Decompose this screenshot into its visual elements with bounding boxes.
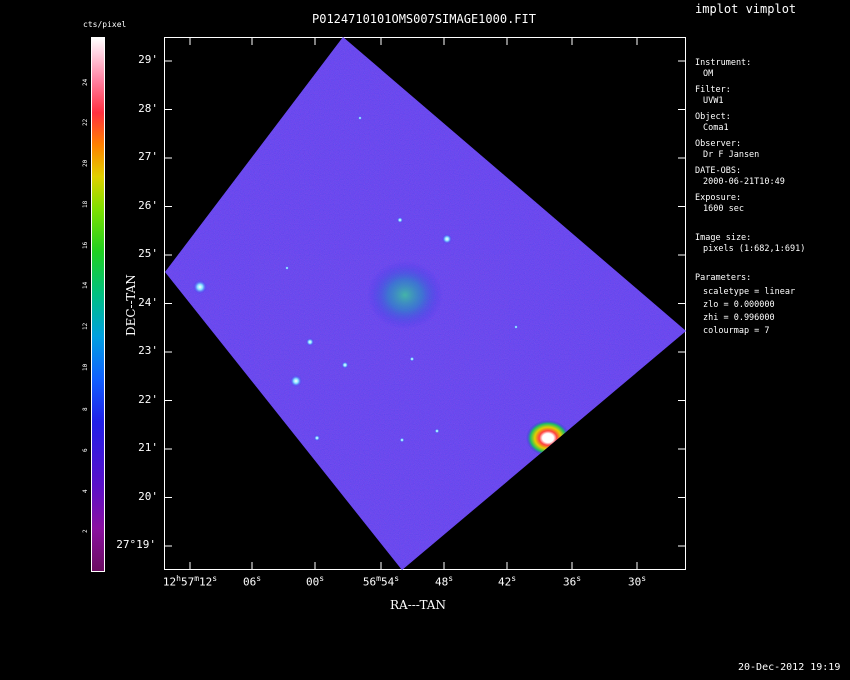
y-tick-label: 20'	[138, 489, 158, 503]
observer-label: Observer:	[695, 139, 742, 149]
x-axis-label: RA---TAN	[390, 598, 446, 612]
x-tick-unit-s: s	[576, 574, 582, 583]
y-tick-label: 26'	[138, 198, 158, 212]
param-colourmap: colourmap = 7	[703, 326, 770, 336]
x-tick-unit-s: s	[641, 574, 647, 583]
y-tick-label: 22'	[138, 392, 158, 406]
param-scaletype: scaletype = linear	[703, 287, 796, 297]
x-tick-seconds: 12	[199, 575, 213, 589]
x-tick-unit-s: s	[212, 574, 218, 583]
x-tick-main: 48	[434, 575, 449, 589]
imgsize-label: Image size:	[695, 233, 752, 243]
y-tick-label: 29'	[138, 53, 158, 66]
x-tick-main: 56	[362, 575, 377, 589]
footer-timestamp: 20-Dec-2012 19:19	[738, 662, 841, 673]
x-tick-minutes: 57	[180, 575, 195, 589]
x-tick-unit-s: s	[319, 574, 325, 583]
filter-label: Filter:	[695, 85, 731, 95]
x-tick-unit-s: s	[394, 574, 400, 583]
x-tick-main: 30	[627, 575, 642, 589]
param-zhi: zhi = 0.996000	[703, 313, 775, 323]
observer-value: Dr F Jansen	[703, 150, 760, 160]
y-tick-label: 23'	[138, 344, 158, 357]
x-tick-label: 30s	[628, 574, 646, 589]
x-tick-label: 00s	[306, 574, 324, 589]
params-label: Parameters:	[695, 273, 752, 283]
y-tick-label: 25'	[138, 247, 158, 260]
y-axis-label: DEC--TAN	[124, 274, 138, 336]
exposure-value: 1600 sec	[703, 204, 744, 214]
filter-value: UVW1	[703, 96, 724, 106]
x-tick-seconds: 54	[381, 575, 395, 589]
instrument-label: Instrument:	[695, 58, 752, 68]
x-tick-main: 42	[497, 575, 512, 589]
x-tick-unit-s: s	[448, 574, 454, 583]
x-tick-main: 00	[305, 575, 320, 589]
object-value: Coma1	[703, 123, 729, 133]
param-zlo: zlo = 0.000000	[703, 300, 775, 310]
x-tick-main: 06	[242, 575, 257, 589]
y-tick-label: 27'	[138, 150, 158, 163]
x-tick-unit-s: s	[256, 574, 262, 583]
object-label: Object:	[695, 112, 731, 122]
x-tick-label: 36s	[563, 574, 581, 589]
x-tick-unit-s: s	[511, 574, 517, 583]
x-tick-main: 12	[162, 575, 177, 589]
date-label: DATE-OBS:	[695, 166, 742, 176]
x-tick-label: 48s	[435, 574, 453, 589]
x-tick-label: 56m54s	[363, 574, 399, 589]
y-tick-label: 21'	[138, 441, 158, 454]
x-tick-label: 06s	[243, 574, 261, 589]
y-tick-label: 28'	[138, 101, 158, 115]
y-tick-label: 27°19'	[116, 538, 156, 551]
instrument-value: OM	[703, 69, 714, 79]
x-tick-label: 12h57m12s	[163, 574, 217, 589]
exposure-label: Exposure:	[695, 193, 742, 203]
x-tick-label: 42s	[498, 574, 516, 589]
date-value: 2000-06-21T10:49	[703, 177, 785, 187]
x-tick-main: 36	[562, 575, 577, 589]
imgsize-value: pixels (1:682,1:691)	[703, 244, 806, 254]
